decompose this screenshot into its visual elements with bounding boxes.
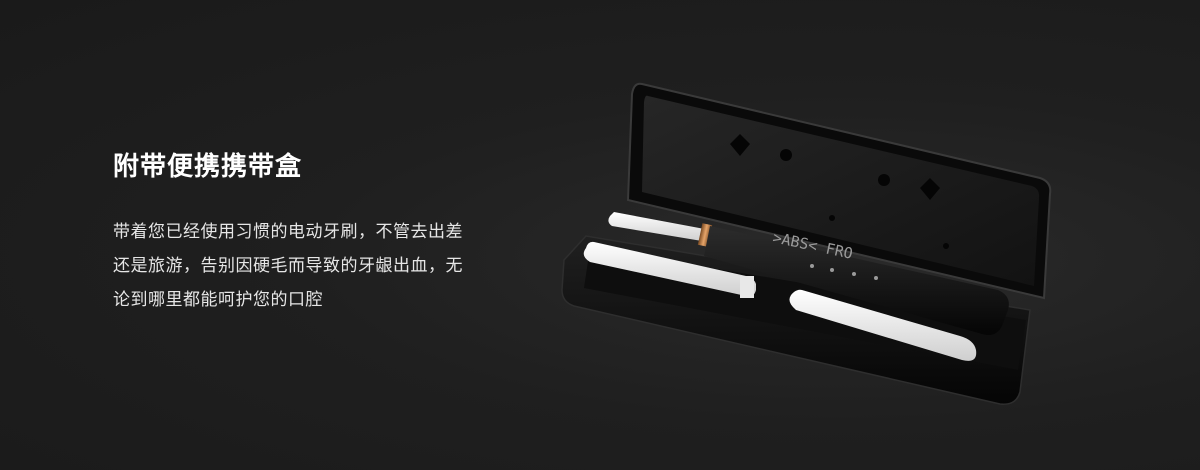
feature-description: 带着您已经使用习惯的电动牙刷，不管去出差 还是旅游，告别因硬毛而导致的牙龈出血，…: [113, 215, 533, 317]
description-line-3: 论到哪里都能呵护您的口腔: [113, 290, 323, 310]
travel-case-illustration: >ABS< FRO: [561, 82, 1052, 405]
feature-title: 附带便携携带盒: [113, 152, 303, 182]
description-line-1: 带着您已经使用习惯的电动牙刷，不管去出差: [113, 222, 463, 242]
description-line-2: 还是旅游，告别因硬毛而导致的牙龈出血，无: [113, 256, 463, 276]
travel-case-product-image: >ABS< FRO: [550, 70, 1070, 430]
promo-banner: 附带便携携带盒 带着您已经使用习惯的电动牙刷，不管去出差 还是旅游，告别因硬毛而…: [0, 0, 1200, 470]
